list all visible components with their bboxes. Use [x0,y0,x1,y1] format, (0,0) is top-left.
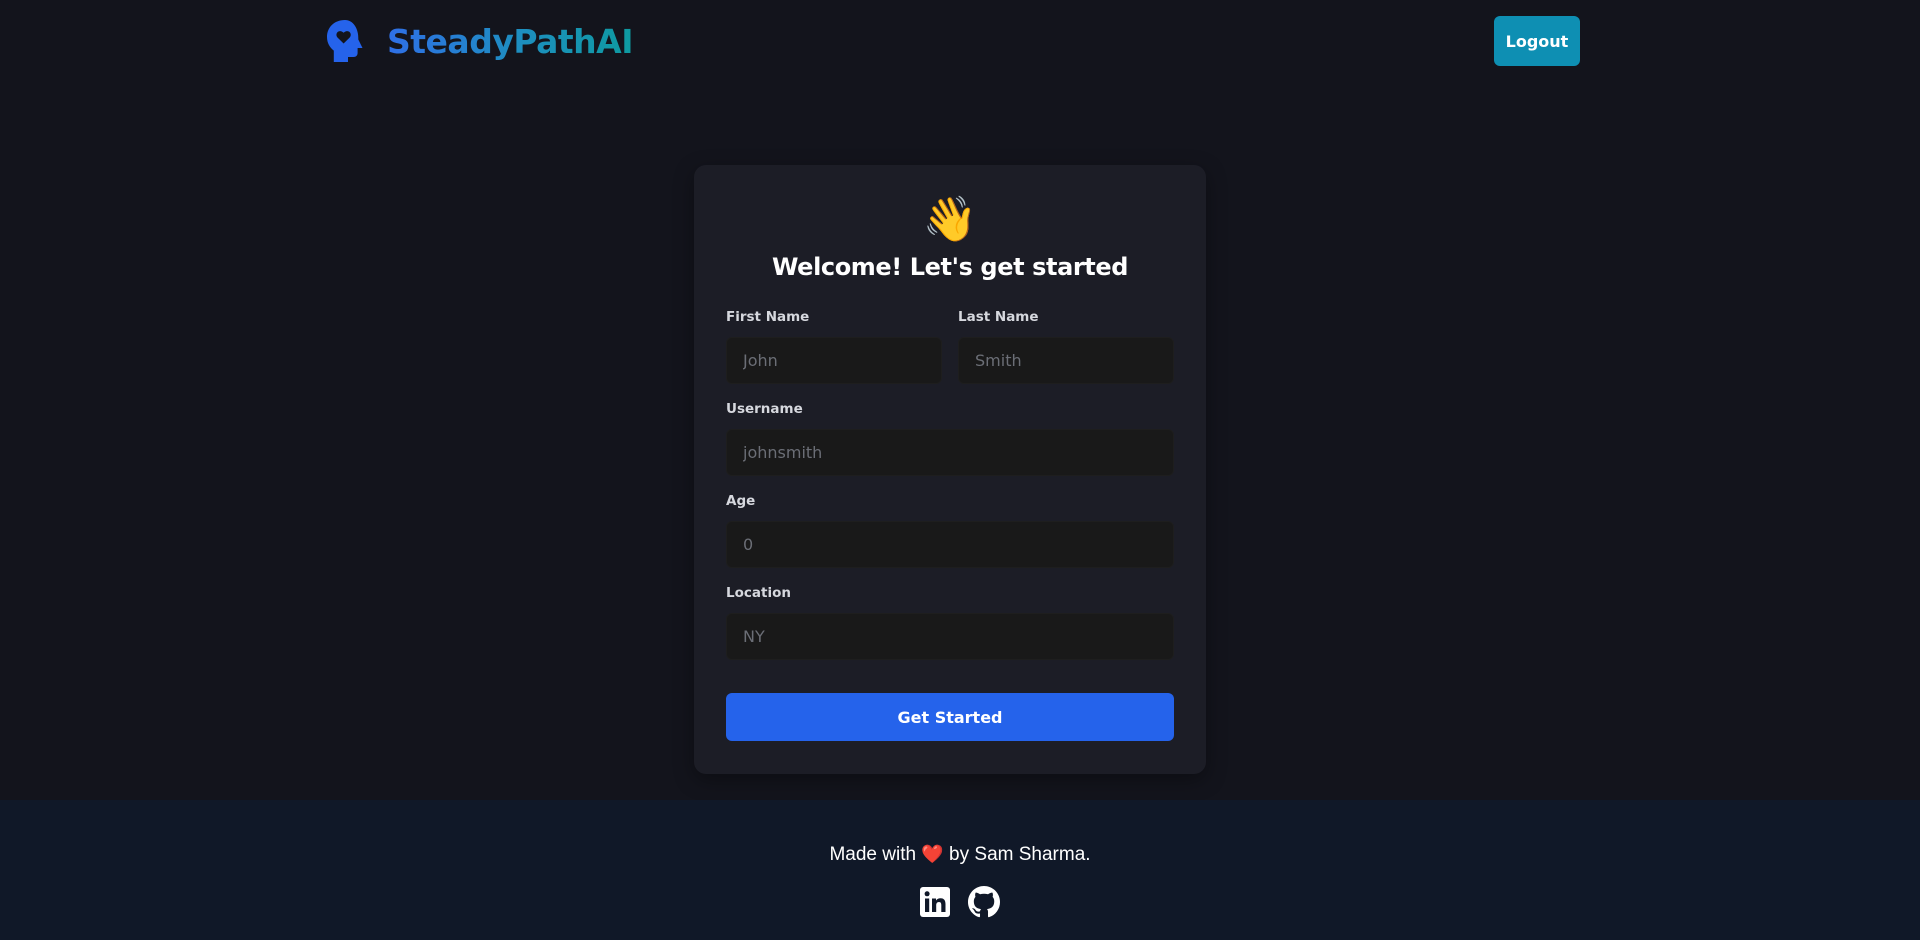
age-label: Age [726,493,756,509]
first-name-label: First Name [726,309,810,325]
brand[interactable]: SteadyPathAI [325,18,633,64]
location-input[interactable] [726,613,1174,660]
head-heart-logo-icon [327,20,363,62]
first-name-input[interactable] [726,337,942,384]
github-icon[interactable] [968,886,1000,918]
last-name-input[interactable] [958,337,1174,384]
top-navbar: SteadyPathAI Logout [0,0,1920,80]
author-text: by Sam Sharma. [949,844,1091,865]
last-name-label: Last Name [958,309,1039,325]
brand-name: SteadyPathAI [387,21,633,61]
logout-button[interactable]: Logout [1494,16,1580,66]
waving-hand-icon: 👋 [922,194,978,245]
heart-icon: ❤️ [921,844,944,864]
location-label: Location [726,585,791,601]
age-input[interactable] [726,521,1174,568]
footer-credit: Made with ❤️ by Sam Sharma. [0,844,1920,866]
linkedin-icon[interactable] [919,886,951,918]
footer: Made with ❤️ by Sam Sharma. [0,800,1920,940]
username-input[interactable] [726,429,1174,476]
card-title: Welcome! Let's get started [771,253,1129,281]
onboarding-card: 👋 Welcome! Let's get started First Name … [694,165,1206,774]
made-with-text: Made with [829,844,917,865]
username-label: Username [726,401,803,417]
get-started-button[interactable]: Get Started [726,693,1174,741]
